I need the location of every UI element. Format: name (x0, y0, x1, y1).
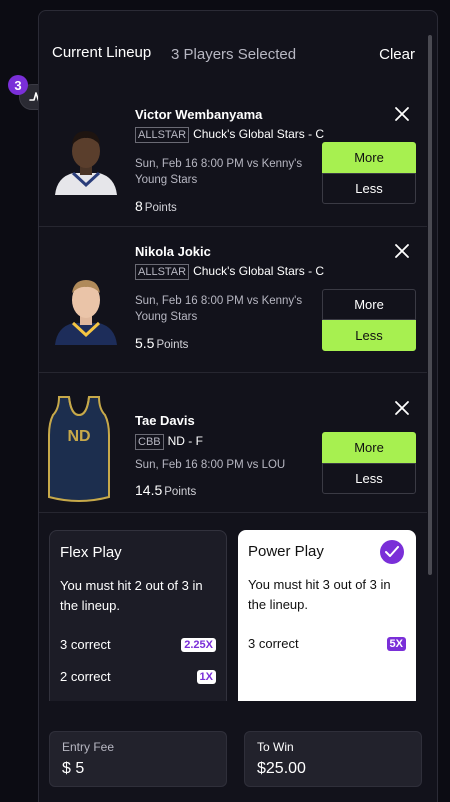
league-tag: ALLSTAR (135, 127, 190, 143)
entry-fee-value: $ 5 (62, 760, 85, 777)
card-title: Power Play (248, 543, 324, 560)
player-name: Nikola Jokic (135, 244, 211, 259)
team-position: Chuck's Global Stars - C (193, 127, 325, 141)
team-position: Chuck's Global Stars - C (193, 264, 325, 278)
less-button[interactable]: Less (322, 463, 416, 494)
payout-row: 3 correct 5X (248, 636, 406, 651)
power-play-card[interactable]: Power Play You must hit 3 out of 3 in th… (238, 530, 416, 720)
player-name: Victor Wembanyama (135, 107, 263, 122)
more-button[interactable]: More (322, 289, 416, 320)
payout-label: 3 correct (248, 636, 299, 651)
projection: 5.5 Points (135, 335, 188, 351)
more-button[interactable]: More (322, 432, 416, 463)
payout-row: 2 correct 1X (60, 669, 216, 684)
less-button[interactable]: Less (322, 320, 416, 351)
entry-fee-field[interactable]: Entry Fee $ 5 (49, 731, 227, 787)
payout-label: 3 correct (60, 637, 111, 652)
more-button[interactable]: More (322, 142, 416, 173)
league-tag: CBB (135, 434, 164, 450)
page-title: Current Lineup (52, 44, 152, 61)
player-team: ALLSTAR Chuck's Global Stars - C (135, 263, 325, 280)
multiplier-badge: 1X (196, 669, 216, 684)
game-info: Sun, Feb 16 8:00 PM vs Kenny's Young Sta… (135, 295, 303, 323)
player-headshot (55, 131, 117, 195)
game-info: Sun, Feb 16 8:00 PM vs LOU (135, 459, 286, 471)
points-value: 5.5 (135, 335, 155, 351)
entry-fee-label: Entry Fee (62, 740, 115, 754)
less-button[interactable]: Less (322, 173, 416, 204)
projection: 14.5 Points (135, 482, 196, 498)
close-icon[interactable] (394, 106, 410, 122)
entry-footer: Entry Fee $ 5 To Win $25.00 (39, 701, 437, 802)
payout-row: 3 correct 2.25X (60, 637, 216, 652)
multiplier-badge: 5X (386, 636, 406, 651)
team-position: ND - F (167, 434, 203, 448)
multiplier-badge: 2.25X (181, 637, 216, 652)
players-selected-count: 3 Players Selected (171, 46, 297, 63)
points-unit: Points (164, 486, 197, 498)
checkmark-icon (380, 540, 404, 564)
lineup-header: Current Lineup 3 Players Selected Clear (39, 11, 437, 91)
clear-button[interactable]: Clear (379, 46, 415, 63)
points-unit: Points (144, 202, 177, 214)
card-title: Flex Play (60, 544, 122, 561)
jersey-text: ND (67, 428, 90, 445)
player-row-tae-davis: ND Tae Davis CBB ND - F Sun, Feb 16 8:00 … (39, 373, 427, 513)
lineup-count: 3 (8, 75, 28, 95)
to-win-label: To Win (257, 740, 294, 754)
player-row-wembanyama: Victor Wembanyama ALLSTAR Chuck's Global … (39, 91, 427, 227)
jersey-image: ND (48, 396, 110, 502)
projection: 8 Points (135, 198, 177, 214)
game-info: Sun, Feb 16 8:00 PM vs Kenny's Young Sta… (135, 158, 303, 186)
close-icon[interactable] (394, 400, 410, 416)
player-name: Tae Davis (135, 413, 195, 428)
lineup-panel: Current Lineup 3 Players Selected Clear … (38, 10, 438, 802)
card-description: You must hit 3 out of 3 in the lineup. (248, 577, 391, 612)
points-value: 8 (135, 198, 143, 214)
player-headshot (55, 280, 117, 345)
flex-play-card[interactable]: Flex Play You must hit 2 out of 3 in the… (49, 530, 227, 720)
player-team: CBB ND - F (135, 433, 325, 450)
card-description: You must hit 2 out of 3 in the lineup. (60, 578, 203, 613)
player-row-jokic: Nikola Jokic ALLSTAR Chuck's Global Stars… (39, 227, 427, 373)
payout-label: 2 correct (60, 669, 111, 684)
scrollbar[interactable] (428, 35, 432, 575)
points-value: 14.5 (135, 482, 163, 498)
points-unit: Points (156, 339, 189, 351)
player-team: ALLSTAR Chuck's Global Stars - C (135, 126, 325, 143)
to-win-value: $25.00 (257, 760, 306, 777)
league-tag: ALLSTAR (135, 264, 190, 280)
close-icon[interactable] (394, 243, 410, 259)
to-win-field: To Win $25.00 (244, 731, 422, 787)
